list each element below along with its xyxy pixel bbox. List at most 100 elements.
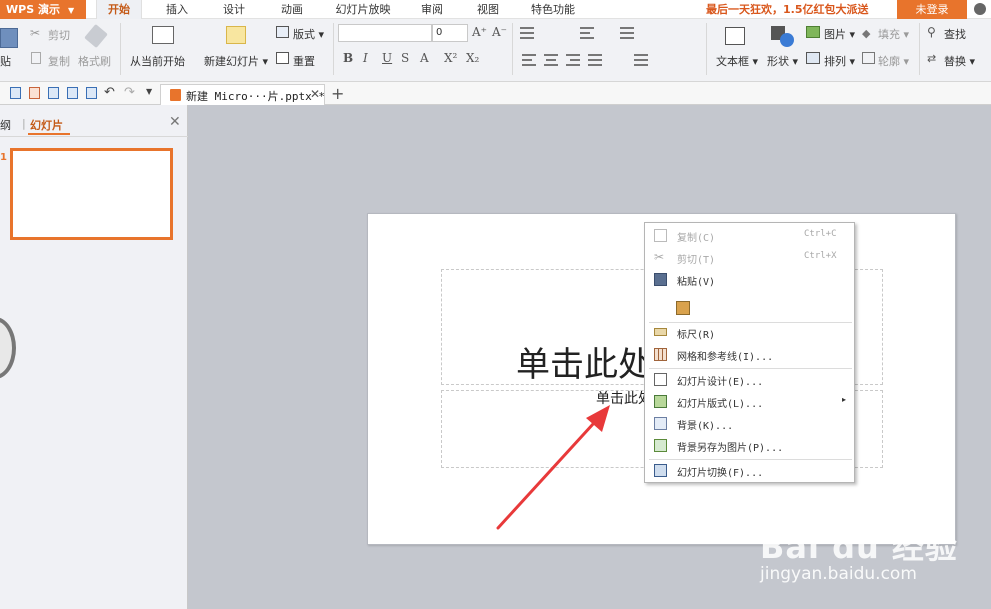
fill-button[interactable]: 填充 ▾	[878, 26, 909, 42]
menu-item-save-background[interactable]: 背景另存为图片(P)...	[646, 435, 853, 457]
app-menu-button[interactable]: WPS 演示 ▼	[0, 0, 86, 19]
text-box-button[interactable]: 文本框 ▾	[716, 53, 758, 69]
menu-item-background[interactable]: 背景(K)...	[646, 413, 853, 435]
pptx-file-icon	[170, 89, 181, 101]
new-slide-button[interactable]: 新建幻灯片 ▾	[204, 53, 268, 69]
close-icon[interactable]: ✕	[169, 114, 181, 130]
save-icon[interactable]	[10, 87, 21, 99]
format-painter-button[interactable]: 格式刷	[78, 53, 111, 69]
paste-icon	[654, 273, 667, 286]
from-current-button[interactable]: 从当前开始	[130, 53, 185, 69]
tab-insert[interactable]: 插入	[155, 0, 199, 19]
indent-icon[interactable]	[580, 27, 594, 39]
align-right-icon[interactable]	[566, 54, 580, 66]
tab-view[interactable]: 视图	[466, 0, 510, 19]
outline-icon	[862, 52, 875, 64]
shape-button[interactable]: 形状 ▾	[767, 53, 798, 69]
outline-button[interactable]: 轮廓 ▾	[878, 53, 909, 69]
tab-separator: |	[22, 117, 26, 130]
spellcheck-icon[interactable]	[86, 87, 97, 99]
ribbon-toolbar: 贴 ✂ 剪切 复制 格式刷 从当前开始 新建幻灯片 ▾ 版式 ▾ 重置 0 A⁺…	[0, 19, 991, 82]
tab-slideshow[interactable]: 幻灯片放映	[328, 0, 398, 19]
replace-button[interactable]: 替换 ▾	[944, 53, 975, 69]
new-tab-plus-icon[interactable]: +	[331, 84, 344, 103]
font-size-combo[interactable]: 0	[432, 24, 468, 42]
italic-icon[interactable]: I	[363, 51, 368, 65]
customize-dropdown-icon[interactable]: ▼	[146, 87, 152, 96]
context-menu: 复制(C) Ctrl+C ✂ 剪切(T) Ctrl+X 粘贴(V) 标尺(R) …	[644, 222, 855, 483]
panel-resize-handle[interactable]	[0, 317, 16, 379]
bold-icon[interactable]: B	[343, 51, 353, 65]
align-left-icon[interactable]	[522, 54, 536, 66]
text-box-icon	[725, 27, 745, 45]
ruler-icon	[654, 328, 667, 336]
replace-icon: ⇄	[927, 52, 937, 65]
text-box-label: 文本框	[716, 55, 749, 68]
promo-banner[interactable]: 最后一天狂欢，1.5亿红包大派送	[706, 0, 869, 19]
layout-icon	[276, 26, 289, 38]
justify-icon[interactable]	[588, 54, 602, 66]
tab-slides[interactable]: 幻灯片	[30, 117, 63, 133]
subscript-icon[interactable]: X₂	[466, 51, 479, 65]
picture-button[interactable]: 图片 ▾	[824, 26, 855, 42]
line-spacing-icon[interactable]	[634, 54, 648, 66]
login-button[interactable]: 未登录	[897, 0, 967, 19]
print-preview-icon[interactable]	[67, 87, 78, 99]
close-icon[interactable]: ✕	[310, 87, 320, 101]
reset-button[interactable]: 重置	[293, 53, 315, 69]
menu-item-label: 剪切(T)	[677, 255, 716, 266]
tab-animation[interactable]: 动画	[270, 0, 314, 19]
superscript-icon[interactable]: X²	[444, 51, 457, 65]
shadow-icon[interactable]: S	[401, 51, 409, 65]
menu-bar: WPS 演示 ▼ 开始 插入 设计 动画 幻灯片放映 审阅 视图 特色功能 最后一…	[0, 0, 991, 19]
columns-icon[interactable]	[620, 27, 634, 39]
tab-design[interactable]: 设计	[212, 0, 256, 19]
underline-icon[interactable]: U	[382, 51, 392, 65]
menu-item-paste-option[interactable]	[646, 296, 853, 320]
divider	[333, 23, 334, 75]
font-name-combo[interactable]	[338, 24, 432, 42]
grow-font-icon[interactable]: A⁺	[472, 25, 487, 39]
redo-icon[interactable]: ↷	[124, 85, 135, 100]
find-button[interactable]: 查找	[944, 26, 966, 42]
paste-button[interactable]: 贴	[0, 53, 11, 69]
fill-icon: ◆	[862, 27, 871, 40]
menu-item-shortcut: Ctrl+X	[804, 251, 837, 261]
slide-thumbnail[interactable]	[10, 148, 173, 240]
menu-item-slide-layout[interactable]: 幻灯片版式(L)... ▸	[646, 391, 853, 413]
menu-item-ruler[interactable]: 标尺(R)	[646, 322, 853, 344]
shrink-font-icon[interactable]: A⁻	[492, 25, 507, 39]
export-pdf-icon[interactable]	[29, 87, 40, 99]
menu-item-label: 幻灯片版式(L)...	[677, 399, 764, 410]
tab-special[interactable]: 特色功能	[523, 0, 583, 19]
watermark-brand: Bai du 经验	[760, 528, 958, 566]
menu-item-cut[interactable]: ✂ 剪切(T) Ctrl+X	[646, 247, 853, 269]
app-menu-label: WPS 演示	[6, 3, 60, 16]
print-icon[interactable]	[48, 87, 59, 99]
menu-item-grid-guides[interactable]: 网格和参考线(I)...	[646, 344, 853, 366]
new-slide-label: 新建幻灯片	[204, 55, 259, 68]
align-center-icon[interactable]	[544, 54, 558, 66]
paste-icon[interactable]	[0, 28, 18, 48]
outline-label: 轮廓	[878, 55, 900, 68]
arrange-button[interactable]: 排列 ▾	[824, 53, 855, 69]
cut-button[interactable]: 剪切	[48, 27, 70, 43]
copy-button[interactable]: 复制	[48, 53, 70, 69]
document-tab[interactable]: 新建 Micro···片.pptx * ✕	[160, 84, 325, 105]
tab-outline[interactable]: 纲	[0, 117, 11, 133]
slide-thumbnail-number: 1	[0, 152, 7, 163]
title-placeholder-text: 单击此处	[516, 345, 652, 385]
menu-item-slide-design[interactable]: 幻灯片设计(E)...	[646, 369, 853, 391]
menu-item-label: 网格和参考线(I)...	[677, 352, 774, 363]
menu-item-paste[interactable]: 粘贴(V)	[646, 269, 853, 291]
menu-item-label: 背景(K)...	[677, 421, 734, 432]
font-color-icon[interactable]: A	[420, 51, 429, 65]
layout-button[interactable]: 版式 ▾	[293, 26, 324, 42]
menu-item-slide-transition[interactable]: 幻灯片切换(F)...	[646, 460, 853, 482]
tab-review[interactable]: 审阅	[410, 0, 454, 19]
undo-icon[interactable]: ↶	[104, 85, 115, 100]
binoculars-icon: ⚲	[927, 25, 936, 39]
tab-home[interactable]: 开始	[96, 0, 142, 19]
skin-icon[interactable]	[974, 3, 986, 15]
menu-item-copy[interactable]: 复制(C) Ctrl+C	[646, 225, 853, 247]
